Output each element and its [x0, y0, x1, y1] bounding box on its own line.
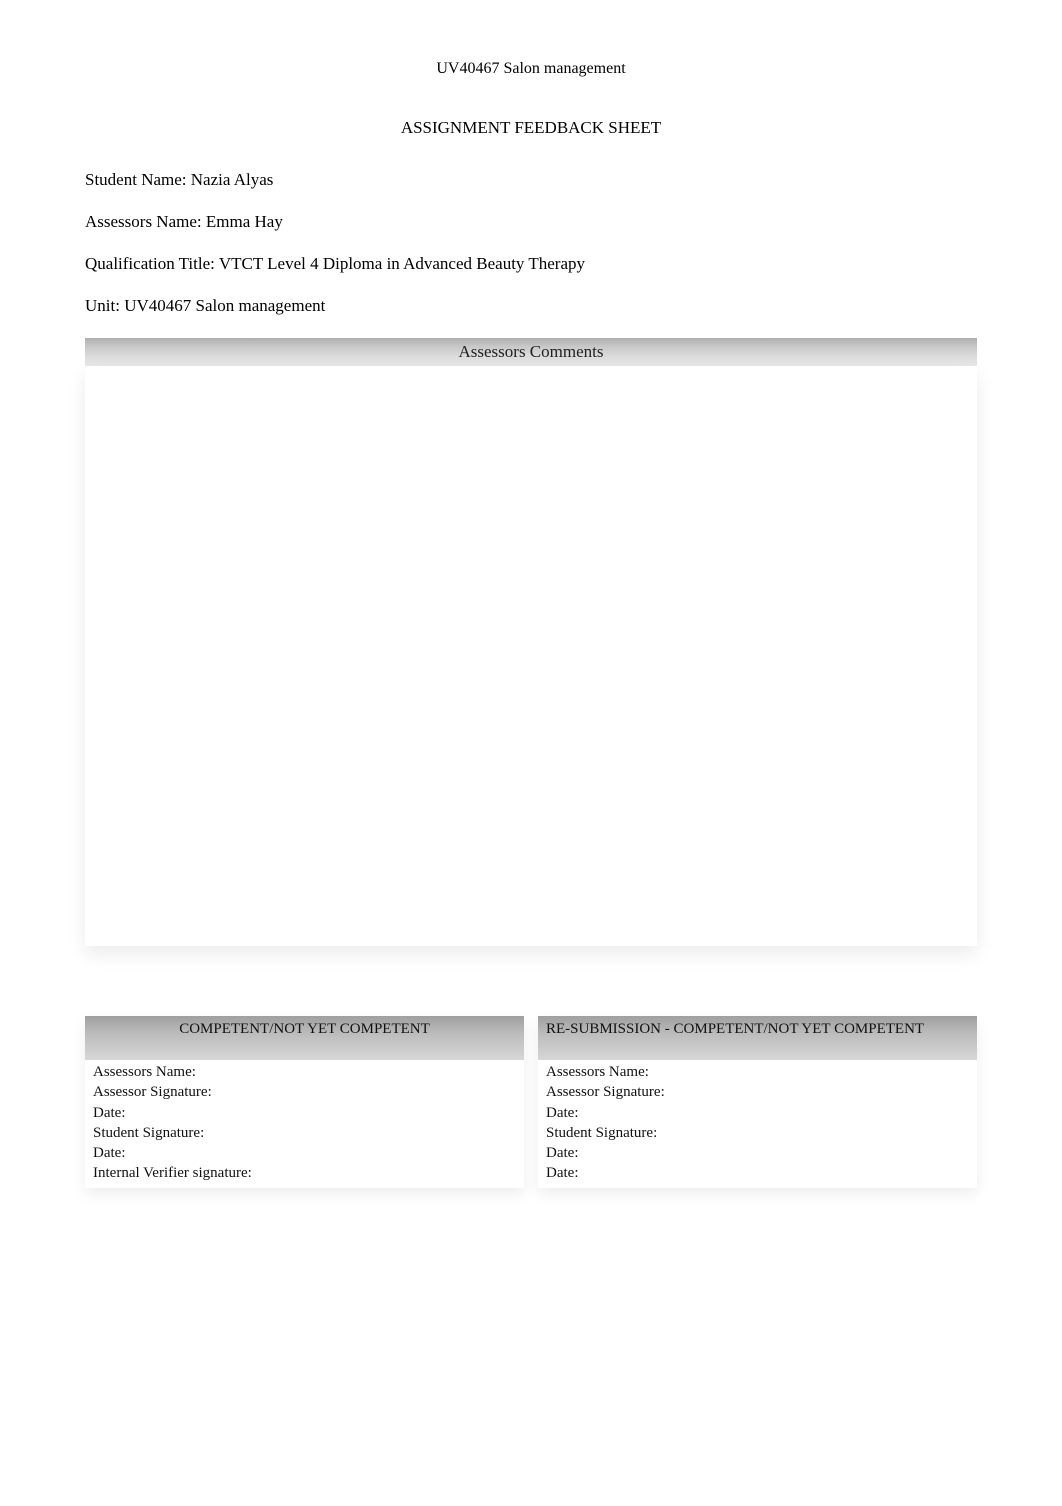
signature-boxes: COMPETENT/NOT YET COMPETENT Assessors Na…: [85, 1016, 977, 1188]
qualification-title-value: VTCT Level 4 Diploma in Advanced Beauty …: [219, 254, 585, 273]
competent-body: Assessors Name: Assessor Signature: Date…: [85, 1060, 524, 1188]
competent-header: COMPETENT/NOT YET COMPETENT: [85, 1016, 524, 1060]
assessors-comments-area: [85, 366, 977, 946]
qualification-title-label: Qualification Title:: [85, 254, 219, 273]
assessors-name-label: Assessors Name:: [85, 212, 206, 231]
iv-signature-line: Internal Verifier signature:: [93, 1163, 516, 1183]
qualification-title-row: Qualification Title: VTCT Level 4 Diplom…: [85, 254, 977, 274]
student-signature-line: Student Signature:: [93, 1123, 516, 1143]
unit-row: Unit: UV40467 Salon management: [85, 296, 977, 316]
resubmission-header: RE-SUBMISSION - COMPETENT/NOT YET COMPET…: [538, 1016, 977, 1060]
page-header-unit: UV40467 Salon management: [85, 60, 977, 78]
assessors-comments-header: Assessors Comments: [85, 338, 977, 366]
resubmission-body: Assessors Name: Assessor Signature: Date…: [538, 1060, 977, 1188]
unit-value: UV40467 Salon management: [124, 296, 325, 315]
student-name-row: Student Name: Nazia Alyas: [85, 170, 977, 190]
date-line-2: Date:: [93, 1143, 516, 1163]
date-line-1: Date:: [546, 1103, 969, 1123]
unit-label: Unit:: [85, 296, 124, 315]
student-name-label: Student Name:: [85, 170, 191, 189]
assessor-signature-line: Assessor Signature:: [546, 1082, 969, 1102]
assessors-name-row: Assessors Name: Emma Hay: [85, 212, 977, 232]
assessors-name-line: Assessors Name:: [93, 1062, 516, 1082]
meta-block: Student Name: Nazia Alyas Assessors Name…: [85, 170, 977, 316]
resubmission-box: RE-SUBMISSION - COMPETENT/NOT YET COMPET…: [538, 1016, 977, 1188]
assessor-signature-line: Assessor Signature:: [93, 1082, 516, 1102]
assessors-name-value: Emma Hay: [206, 212, 283, 231]
date-line-1: Date:: [93, 1103, 516, 1123]
date-line-2: Date:: [546, 1143, 969, 1163]
sheet-title: ASSIGNMENT FEEDBACK SHEET: [85, 118, 977, 138]
assessors-name-line: Assessors Name:: [546, 1062, 969, 1082]
student-name-value: Nazia Alyas: [191, 170, 274, 189]
student-signature-line: Student Signature:: [546, 1123, 969, 1143]
competent-box: COMPETENT/NOT YET COMPETENT Assessors Na…: [85, 1016, 524, 1188]
date-line-3: Date:: [546, 1163, 969, 1183]
